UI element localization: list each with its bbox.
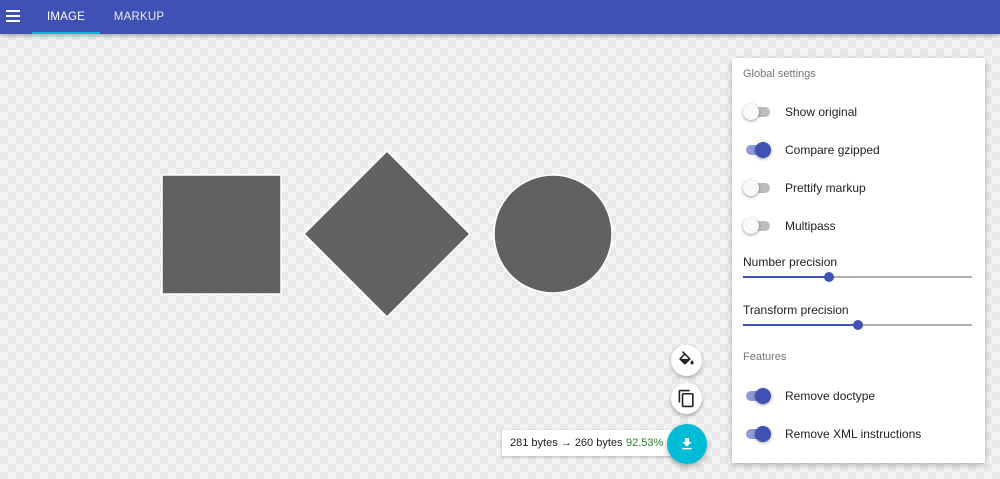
download-button[interactable] bbox=[667, 424, 707, 464]
toggle-compare-gzipped[interactable]: Compare gzipped bbox=[743, 138, 978, 162]
toggle-switch[interactable] bbox=[743, 142, 771, 158]
hamburger-menu-icon[interactable] bbox=[6, 6, 24, 26]
copy-button[interactable] bbox=[671, 383, 702, 414]
tab-image[interactable]: IMAGE bbox=[32, 0, 100, 34]
features-title: Features bbox=[743, 351, 787, 363]
settings-panel: Global settings Show original Compare gz… bbox=[732, 58, 985, 463]
toggle-switch[interactable] bbox=[743, 218, 771, 234]
square-shape bbox=[161, 174, 282, 295]
background-toggle-button[interactable] bbox=[671, 345, 702, 376]
circle-shape bbox=[493, 174, 613, 294]
download-icon bbox=[682, 438, 692, 450]
toggle-switch[interactable] bbox=[743, 426, 771, 442]
savings-percent: 92.53% bbox=[626, 437, 664, 449]
tab-markup-label: MARKUP bbox=[113, 11, 165, 23]
toggle-prettify-markup[interactable]: Prettify markup bbox=[743, 176, 978, 200]
toggle-label: Compare gzipped bbox=[785, 143, 880, 157]
number-precision-slider[interactable] bbox=[743, 271, 972, 283]
active-tab-indicator bbox=[32, 32, 100, 34]
toggle-remove-doctype[interactable]: Remove doctype bbox=[743, 384, 978, 408]
tab-markup[interactable]: MARKUP bbox=[106, 0, 172, 34]
transform-precision-slider[interactable] bbox=[743, 319, 972, 331]
size-comparison-text: 281 bytes → 260 bytes bbox=[510, 437, 623, 449]
toggle-switch[interactable] bbox=[743, 104, 771, 120]
size-comparison-badge: 281 bytes → 260 bytes 92.53% bbox=[502, 430, 680, 456]
toggle-label: Multipass bbox=[785, 219, 836, 233]
toggle-label: Prettify markup bbox=[785, 181, 866, 195]
toggle-switch[interactable] bbox=[743, 180, 771, 196]
app-toolbar: IMAGE MARKUP bbox=[0, 0, 1000, 34]
toggle-remove-xml-instructions[interactable]: Remove XML instructions bbox=[743, 422, 978, 446]
diamond-shape bbox=[302, 149, 472, 319]
global-settings-title: Global settings bbox=[743, 68, 816, 80]
tab-image-label: IMAGE bbox=[46, 11, 86, 23]
toggle-switch[interactable] bbox=[743, 388, 771, 404]
toggle-label: Remove XML instructions bbox=[785, 427, 922, 441]
toggle-show-original[interactable]: Show original bbox=[743, 100, 978, 124]
slider-knob[interactable] bbox=[823, 272, 834, 282]
image-preview bbox=[161, 149, 613, 319]
toggle-multipass[interactable]: Multipass bbox=[743, 214, 978, 238]
slider-knob[interactable] bbox=[852, 320, 863, 330]
toggle-label: Show original bbox=[785, 105, 858, 119]
paint-bucket-icon bbox=[679, 351, 694, 365]
number-precision-label: Number precision bbox=[743, 255, 838, 269]
transform-precision-label: Transform precision bbox=[743, 303, 849, 317]
toggle-label: Remove doctype bbox=[785, 389, 876, 403]
copy-icon bbox=[678, 389, 694, 408]
